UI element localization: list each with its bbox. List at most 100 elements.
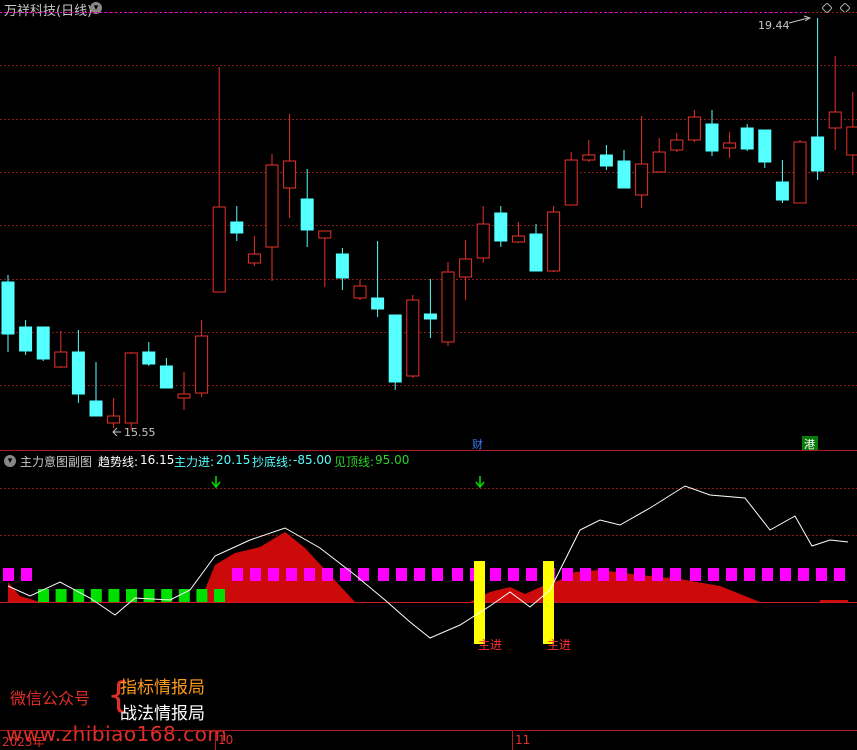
high-price-label: 19.44 bbox=[758, 19, 790, 32]
candle bbox=[159, 358, 173, 389]
buy-arrow-icon bbox=[211, 476, 221, 489]
candle bbox=[283, 114, 297, 218]
watermark-line2: 战法情报局 bbox=[120, 704, 205, 724]
signal-square bbox=[580, 568, 591, 581]
signal-square bbox=[526, 568, 537, 581]
signal-square bbox=[232, 568, 243, 581]
candle bbox=[195, 320, 209, 397]
signal-square bbox=[304, 568, 315, 581]
candle bbox=[599, 145, 613, 170]
indicator-name: 主力意图副图 bbox=[20, 455, 93, 469]
candle bbox=[511, 222, 525, 243]
candle bbox=[687, 110, 701, 142]
signal-square bbox=[3, 568, 14, 581]
candle bbox=[705, 110, 719, 156]
candle bbox=[423, 279, 437, 338]
signal-square bbox=[250, 568, 261, 581]
candle bbox=[811, 18, 825, 180]
candle bbox=[494, 206, 508, 247]
candle bbox=[19, 320, 33, 355]
candle bbox=[353, 280, 367, 300]
candle bbox=[758, 129, 772, 168]
candle bbox=[406, 295, 420, 378]
candle bbox=[212, 67, 226, 293]
signal-square bbox=[834, 568, 845, 581]
candle bbox=[775, 160, 789, 203]
candle bbox=[476, 206, 490, 263]
trend-line-label: 趋势线: bbox=[98, 455, 139, 469]
low-price-label: 15.55 bbox=[124, 426, 156, 439]
signal-square bbox=[598, 568, 609, 581]
candle bbox=[635, 116, 649, 208]
bottom-line-value: -85.00 bbox=[293, 453, 332, 467]
bottom-square bbox=[143, 589, 155, 602]
candle bbox=[828, 56, 842, 150]
main-force-area bbox=[820, 600, 848, 602]
bottom-square bbox=[214, 589, 225, 602]
signal-square bbox=[414, 568, 425, 581]
event-marker-hk[interactable]: 港 bbox=[804, 438, 815, 451]
candle bbox=[388, 314, 402, 390]
candle bbox=[300, 169, 314, 247]
watermark-wechat: 微信公众号 bbox=[10, 689, 91, 708]
signal-square bbox=[21, 568, 32, 581]
event-marker-finance[interactable]: 财 bbox=[472, 437, 483, 451]
main-force-area bbox=[8, 582, 40, 602]
candle bbox=[265, 154, 279, 281]
signal-square bbox=[652, 568, 663, 581]
candle bbox=[71, 330, 85, 403]
candle bbox=[89, 362, 103, 417]
grid bbox=[0, 12, 857, 386]
top-line-value: 95.00 bbox=[375, 453, 410, 467]
bottom-square bbox=[196, 589, 208, 602]
candle bbox=[652, 138, 666, 173]
candlestick-chart[interactable]: 19.44 15.55 财 港 bbox=[0, 0, 857, 452]
x-axis bbox=[0, 730, 857, 750]
signal-square bbox=[670, 568, 681, 581]
candle bbox=[670, 133, 684, 152]
candle bbox=[846, 92, 857, 175]
indicator-header: ▾ 主力意图副图 趋势线: 16.15 主力进: 20.15 抄底线: -85.… bbox=[0, 452, 857, 470]
signal-square bbox=[378, 568, 389, 581]
candle bbox=[740, 124, 754, 151]
bottom-square bbox=[126, 589, 137, 602]
top-line-label: 见顶线: bbox=[334, 455, 375, 469]
bottom-line-label: 抄底线: bbox=[252, 455, 293, 469]
candle bbox=[723, 132, 737, 158]
candle bbox=[177, 372, 191, 410]
signal-square bbox=[726, 568, 737, 581]
main-entry-label: 主进 bbox=[547, 638, 571, 652]
main-entry-label: 主进 bbox=[478, 638, 502, 652]
candle bbox=[617, 150, 631, 189]
signal-square bbox=[322, 568, 333, 581]
trend-line bbox=[7, 485, 849, 639]
trend-line-value: 16.15 bbox=[140, 453, 175, 467]
signal-square bbox=[744, 568, 755, 581]
signal-square bbox=[634, 568, 645, 581]
signal-square bbox=[690, 568, 701, 581]
bottom-square bbox=[108, 589, 120, 602]
low-price-annotation: 15.55 bbox=[112, 426, 156, 439]
candle bbox=[459, 240, 473, 300]
signal-square bbox=[616, 568, 627, 581]
signal-square bbox=[780, 568, 791, 581]
signal-square bbox=[708, 568, 719, 581]
candle bbox=[230, 206, 244, 241]
candle bbox=[36, 326, 50, 361]
main-entry-bar bbox=[543, 561, 554, 644]
main-force-label: 主力进: bbox=[174, 455, 215, 469]
main-entry-bar bbox=[474, 561, 485, 644]
signal-square bbox=[396, 568, 407, 581]
signal-square bbox=[798, 568, 809, 581]
high-price-annotation: 19.44 bbox=[758, 15, 812, 32]
watermark-line1: 指标情报局 bbox=[120, 678, 205, 698]
candle bbox=[335, 248, 349, 290]
candle bbox=[793, 140, 807, 204]
candle bbox=[124, 352, 138, 430]
chevron-down-icon[interactable]: ▾ bbox=[4, 455, 16, 467]
bottom-square bbox=[55, 589, 67, 602]
signal-square bbox=[762, 568, 773, 581]
candles bbox=[1, 18, 857, 430]
candle bbox=[247, 236, 261, 266]
buy-arrow-icon bbox=[475, 476, 485, 489]
